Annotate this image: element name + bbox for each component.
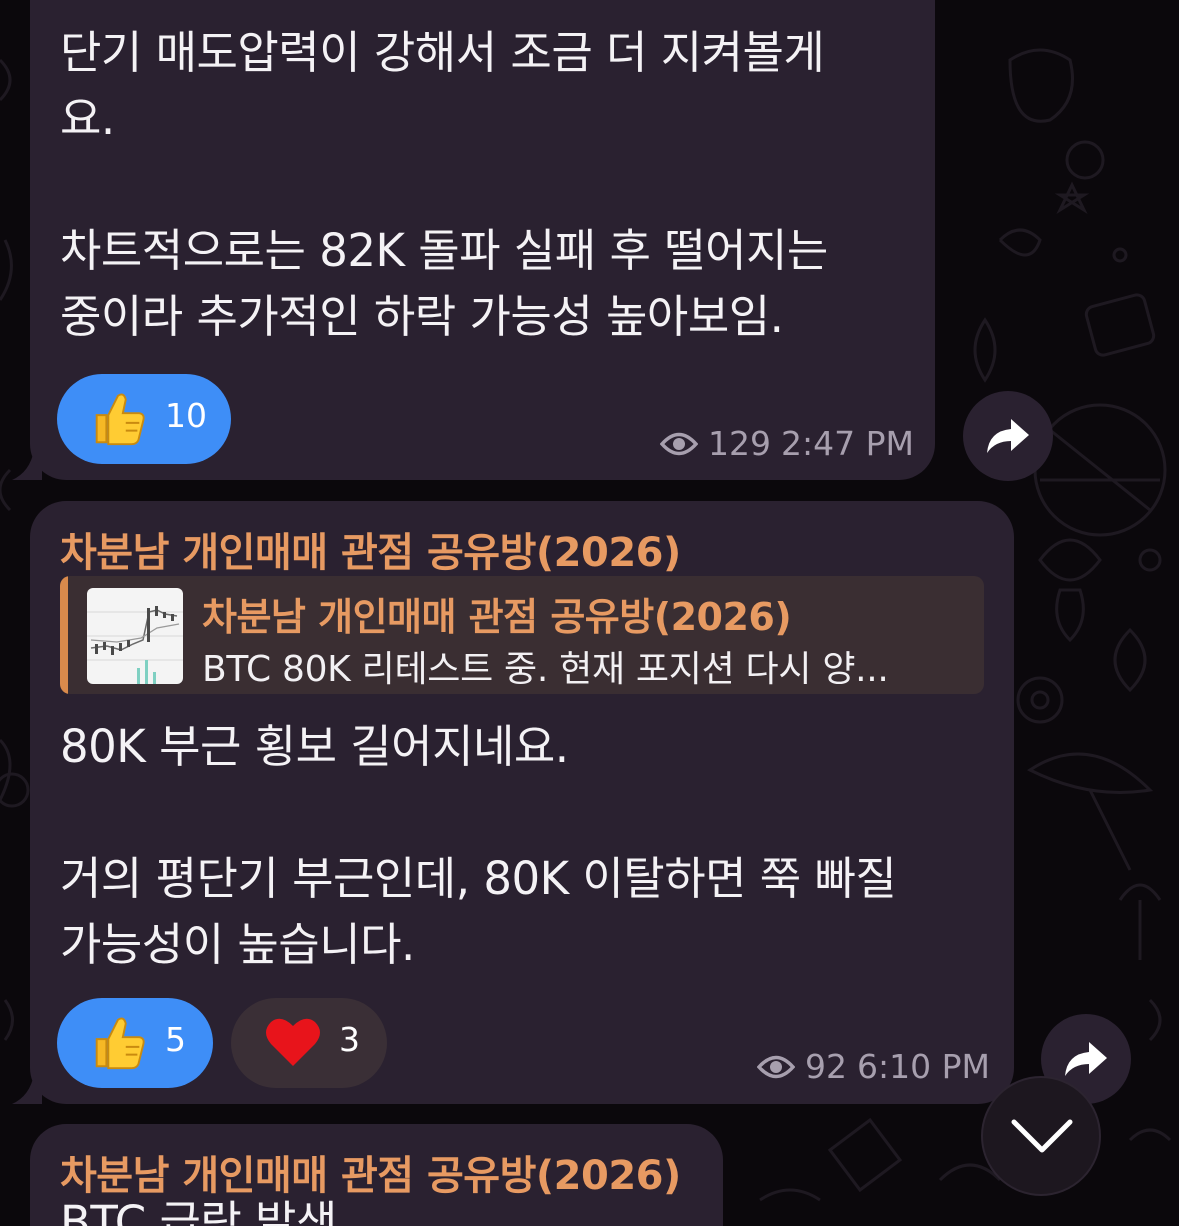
bubble-tail xyxy=(12,1074,42,1104)
view-count: 92 xyxy=(805,1047,847,1086)
message-time: 2:47 PM xyxy=(781,424,914,463)
reaction-heart[interactable]: 3 xyxy=(231,998,387,1088)
message-meta: 92 6:10 PM xyxy=(757,1047,990,1086)
reaction-count: 10 xyxy=(165,396,207,435)
reply-accent-bar xyxy=(60,576,68,694)
scroll-to-bottom-button[interactable] xyxy=(981,1076,1101,1196)
reply-text: BTC 80K 리테스트 중. 현재 포지션 다시 양... xyxy=(202,649,889,690)
reply-sender: 차분남 개인매매 관점 공유방(2026) xyxy=(202,595,792,639)
message-time: 6:10 PM xyxy=(857,1047,990,1086)
sender-name[interactable]: 차분남 개인매매 관점 공유방(2026) xyxy=(60,520,681,578)
chevron-down-icon xyxy=(1011,1119,1073,1153)
message-text: 80K 부근 횡보 길어지네요. 거의 평단기 부근인데, 80K 이탈하면 쭉… xyxy=(60,720,897,971)
view-count: 129 xyxy=(708,424,771,463)
reaction-count: 5 xyxy=(165,1020,186,1059)
message-text: BTC 급락 발생 xyxy=(60,1196,337,1226)
bubble-tail xyxy=(12,450,42,480)
eye-icon xyxy=(660,432,698,455)
reaction-count: 3 xyxy=(339,1020,360,1059)
share-arrow-icon xyxy=(987,419,1029,453)
share-arrow-icon xyxy=(1065,1042,1107,1076)
reaction-thumbs-up[interactable]: 5 xyxy=(57,998,213,1088)
chat-view: 단기 매도압력이 강해서 조금 더 지켜볼게 요. 차트적으로는 82K 돌파 … xyxy=(0,0,1179,1226)
heart-icon xyxy=(266,1018,320,1066)
reaction-thumbs-up[interactable]: 10 xyxy=(57,374,231,464)
message-meta: 129 2:47 PM xyxy=(660,424,914,463)
chart-thumbnail xyxy=(87,588,183,684)
reply-preview[interactable]: 차분남 개인매매 관점 공유방(2026) BTC 80K 리테스트 중. 현재… xyxy=(60,576,984,694)
eye-icon xyxy=(757,1055,795,1078)
thumbs-up-icon xyxy=(95,1017,145,1070)
thumbs-up-icon xyxy=(95,393,145,446)
message-text: 단기 매도압력이 강해서 조금 더 지켜볼게 요. 차트적으로는 82K 돌파 … xyxy=(60,26,828,343)
share-button[interactable] xyxy=(963,391,1053,481)
